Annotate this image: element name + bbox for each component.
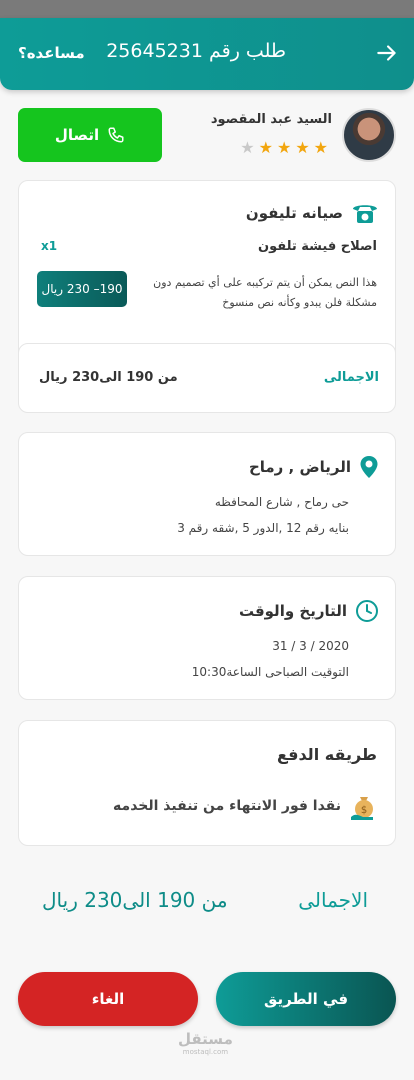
- grand-total-label: الاجمالى: [298, 888, 368, 912]
- address-line-2: بنايه رقم 12 ,الدور 5 ,شقه رقم 3: [177, 521, 349, 535]
- avatar: [342, 108, 396, 162]
- time-value: التوقيت الصباحى الساعة10:30: [191, 665, 349, 679]
- help-link[interactable]: مساعده؟: [18, 44, 85, 62]
- payment-method-text: نقدا فور الانتهاء من تنفيذ الخدمه: [113, 798, 341, 814]
- quantity: x1: [41, 239, 58, 253]
- address-line-1: حى رماح , شارع المحافظه: [214, 495, 349, 509]
- call-button[interactable]: اتصال: [18, 108, 162, 162]
- star-icon: ★: [258, 138, 277, 157]
- on-the-way-button[interactable]: في الطريق: [216, 972, 396, 1026]
- star-empty-icon: ★: [240, 138, 259, 157]
- grand-total-value: من 190 الى230 ريال: [42, 888, 228, 912]
- money-bag-icon: $: [351, 797, 373, 820]
- total-value: من 190 الى230 ريال: [39, 370, 178, 385]
- location-pin-icon: [360, 456, 378, 478]
- rating-stars: ★★★★★: [240, 138, 332, 157]
- clock-icon: [356, 600, 378, 622]
- payment-title: طريقه الدفع: [277, 745, 377, 764]
- payment-method: $ نقدا فور الانتهاء من تنفيذ الخدمه: [113, 791, 379, 821]
- location-title: الرياض , رماح: [248, 458, 351, 476]
- price-badge: 190– 230 ريال: [37, 271, 127, 307]
- datetime-title: التاريخ والوقت: [238, 602, 347, 620]
- app-header: طلب رقم 25645231 مساعده؟: [0, 18, 414, 90]
- phone-icon: [108, 127, 124, 143]
- datetime-header: التاريخ والوقت: [239, 599, 379, 623]
- watermark-arabic: مستقل: [178, 1030, 233, 1048]
- payment-card: طريقه الدفع $ نقدا فور الانتهاء من تنفيذ…: [18, 720, 396, 846]
- star-icon: ★: [276, 138, 296, 157]
- location-card: الرياض , رماح حى رماح , شارع المحافظه بن…: [18, 432, 396, 556]
- service-card: صيانه تليفون اصلاح فيشة تلفون x1 هذا الن…: [18, 180, 396, 413]
- provider-row: السيد عبد المقصود ★★★★★ اتصال: [0, 104, 414, 168]
- page-title: طلب رقم 25645231: [106, 40, 286, 62]
- total-label: الاجمالى: [323, 370, 379, 385]
- datetime-card: التاريخ والوقت 31 / 3 / 2020 التوقيت الص…: [18, 576, 396, 700]
- svg-text:$: $: [361, 805, 367, 816]
- service-description: هذا النص يمكن أن يتم تركيبه على أي تصميم…: [153, 276, 377, 309]
- watermark-logo: مستقل mostaql.com: [178, 1030, 233, 1056]
- service-title: صيانه تليفون: [245, 204, 343, 222]
- location-header: الرياض , رماح: [249, 455, 379, 479]
- star-icon: ★: [295, 138, 314, 157]
- arrow-right-icon[interactable]: [374, 40, 400, 66]
- watermark-latin: mostaql.com: [182, 1048, 229, 1056]
- cancel-button[interactable]: الغاء: [18, 972, 198, 1026]
- telephone-icon: [353, 205, 377, 223]
- service-total-row: الاجمالى من 190 الى230 ريال: [18, 343, 396, 413]
- status-bar: [0, 0, 414, 18]
- provider-name: السيد عبد المقصود: [210, 112, 332, 127]
- service-header: صيانه تليفون: [246, 201, 379, 225]
- date-value: 31 / 3 / 2020: [272, 639, 349, 653]
- service-subtitle: اصلاح فيشة تلفون: [257, 239, 377, 254]
- call-label: اتصال: [54, 126, 100, 144]
- star-icon: ★: [313, 138, 332, 157]
